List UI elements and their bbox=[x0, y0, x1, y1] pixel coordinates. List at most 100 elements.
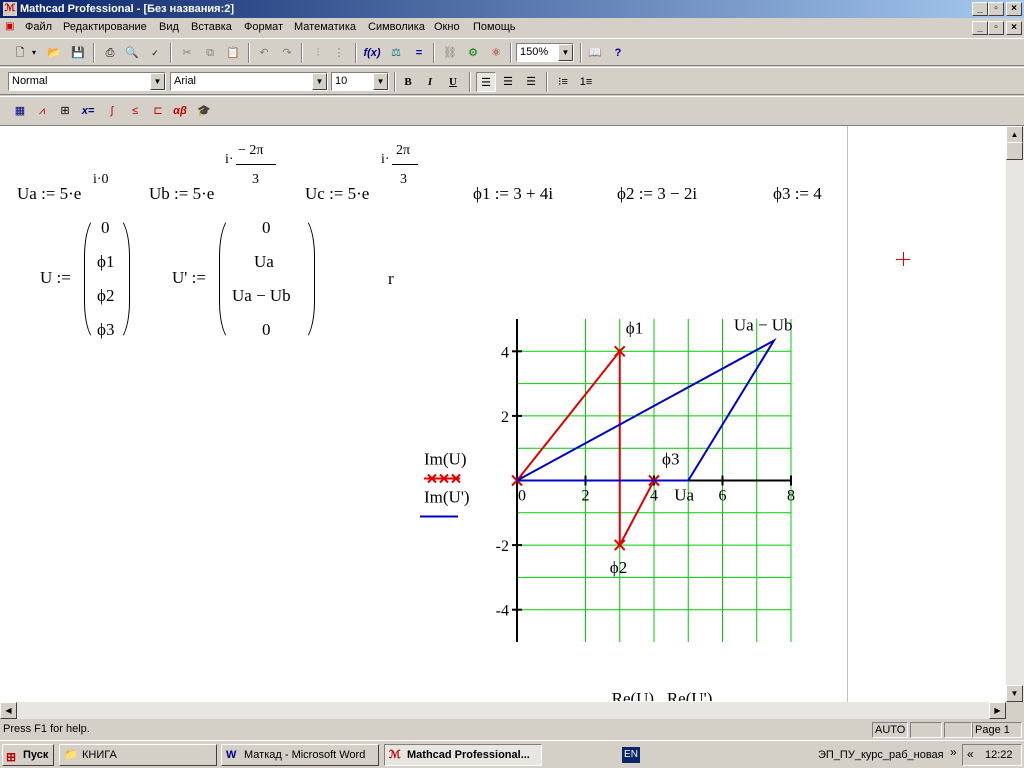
start-label: Пуск bbox=[23, 749, 49, 761]
insert-unit-icon[interactable]: ⚖ bbox=[386, 43, 406, 63]
task-mathcad[interactable]: ℳ Mathcad Professional... bbox=[384, 744, 542, 766]
evaluation-palette-icon[interactable]: x= bbox=[78, 101, 98, 121]
vertical-scrollbar[interactable]: ▲ ▼ bbox=[1006, 126, 1024, 702]
scroll-up-icon[interactable]: ▲ bbox=[1006, 126, 1023, 143]
r-placeholder[interactable]: r bbox=[388, 269, 394, 289]
print-icon[interactable]: ⎙ bbox=[100, 43, 120, 63]
underline-button[interactable]: U bbox=[443, 72, 463, 92]
new-dropdown-icon[interactable]: ▾ bbox=[28, 43, 40, 63]
font-select[interactable]: Arial ▼ bbox=[170, 72, 328, 91]
doc-minimize-button[interactable]: _ bbox=[972, 21, 988, 35]
bold-button[interactable]: B bbox=[398, 72, 418, 92]
phi3-definition[interactable]: ϕ3 := 4 bbox=[773, 184, 822, 204]
run-mathconnex-icon[interactable]: ⚛ bbox=[486, 43, 506, 63]
task-word[interactable]: W Маткад - Microsoft Word bbox=[221, 744, 379, 766]
align-center-icon[interactable]: ☰ bbox=[498, 72, 518, 92]
align-down-icon[interactable]: ⋮ bbox=[329, 43, 349, 63]
open-icon[interactable]: 📂 bbox=[44, 43, 64, 63]
tray-expand-icon[interactable]: » bbox=[950, 745, 957, 759]
print-preview-icon[interactable]: 🔍 bbox=[122, 43, 142, 63]
vertical-scroll-thumb[interactable] bbox=[1006, 142, 1023, 160]
insert-function-icon[interactable]: f(x) bbox=[362, 43, 382, 63]
menu-file[interactable]: Файл bbox=[25, 21, 52, 33]
chevron-down-icon[interactable]: ▼ bbox=[373, 73, 388, 90]
calculate-icon[interactable]: = bbox=[409, 43, 429, 63]
chevron-down-icon[interactable]: ▼ bbox=[312, 73, 327, 90]
phi1-definition[interactable]: ϕ1 := 3 + 4i bbox=[473, 184, 553, 204]
standard-toolbar: 🗋 ▾ 📂 💾 ⎙ 🔍 ✓ ✂ ⧉ 📋 ↶ ↷ ⫶ ⋮ f(x) ⚖ = ⛓ ⚙… bbox=[0, 38, 1024, 66]
scroll-down-icon[interactable]: ▼ bbox=[1006, 685, 1023, 702]
symbolic-palette-icon[interactable]: 🎓 bbox=[194, 101, 214, 121]
scroll-left-icon[interactable]: ◀ bbox=[0, 702, 17, 719]
spell-check-icon[interactable]: ✓ bbox=[145, 43, 165, 63]
menu-view[interactable]: Вид bbox=[159, 21, 179, 33]
u-label[interactable]: U := bbox=[40, 268, 71, 288]
worksheet-area[interactable]: Ua := 5·e i·0 Ub := 5·e i· − 2π 3 Uc := … bbox=[0, 126, 1006, 702]
doc-restore-button[interactable]: ▫ bbox=[988, 21, 1004, 35]
minimize-button[interactable]: _ bbox=[972, 2, 988, 16]
greek-palette-icon[interactable]: αβ bbox=[170, 101, 190, 121]
u-item-0: 0 bbox=[101, 218, 110, 237]
doc-close-button[interactable]: × bbox=[1006, 21, 1022, 35]
menu-format[interactable]: Формат bbox=[244, 21, 283, 33]
numbering-icon[interactable]: 1≡ bbox=[576, 72, 596, 92]
programming-palette-icon[interactable]: ⊏ bbox=[148, 101, 168, 121]
scroll-right-icon[interactable]: ▶ bbox=[989, 702, 1006, 719]
calculus-palette-icon[interactable]: ∫ bbox=[102, 101, 122, 121]
chevron-down-icon[interactable]: ▼ bbox=[558, 44, 573, 61]
undo-icon[interactable]: ↶ bbox=[254, 43, 274, 63]
tray-text: ЭП_ПУ_курс_раб_новая bbox=[818, 749, 944, 761]
menu-symbolics[interactable]: Символика bbox=[368, 21, 425, 33]
document-icon[interactable]: ▣ bbox=[5, 21, 19, 35]
tray-chevron-icon[interactable]: « bbox=[967, 747, 974, 761]
new-icon[interactable]: 🗋 bbox=[10, 43, 30, 63]
calculator-palette-icon[interactable]: ▦ bbox=[10, 101, 30, 121]
font-size-select[interactable]: 10 ▼ bbox=[331, 72, 389, 91]
graph-palette-icon[interactable]: ⩘ bbox=[32, 101, 52, 121]
window-title-bar: ℳ Mathcad Professional - [Без названия:2… bbox=[0, 0, 1024, 18]
system-tray: « 12:22 bbox=[962, 744, 1022, 766]
save-icon[interactable]: 💾 bbox=[68, 43, 88, 63]
menu-math[interactable]: Математика bbox=[294, 21, 356, 33]
redo-icon[interactable]: ↷ bbox=[277, 43, 297, 63]
align-across-icon[interactable]: ⫶ bbox=[308, 43, 328, 63]
zoom-select[interactable]: 150% ▼ bbox=[516, 43, 574, 62]
y-tick-label: -4 bbox=[496, 603, 509, 620]
cut-icon[interactable]: ✂ bbox=[177, 43, 197, 63]
matrix-palette-icon[interactable]: ⊞ bbox=[55, 101, 75, 121]
align-right-icon[interactable]: ☰ bbox=[521, 72, 541, 92]
chevron-down-icon[interactable]: ▼ bbox=[150, 73, 165, 90]
ua-definition[interactable]: Ua := 5·e bbox=[17, 184, 81, 204]
restore-button[interactable]: ▫ bbox=[988, 2, 1004, 16]
resource-center-icon[interactable]: 📖 bbox=[585, 43, 605, 63]
horizontal-scrollbar[interactable]: ◀ ▶ bbox=[0, 702, 1006, 719]
menu-help[interactable]: Помощь bbox=[473, 21, 516, 33]
x-tick-label: 8 bbox=[787, 488, 795, 505]
menu-edit[interactable]: Редактирование bbox=[63, 21, 147, 33]
component-wizard-icon[interactable]: ⚙ bbox=[463, 43, 483, 63]
help-icon[interactable]: ? bbox=[608, 43, 628, 63]
copy-icon[interactable]: ⧉ bbox=[200, 43, 220, 63]
menu-insert[interactable]: Вставка bbox=[191, 21, 232, 33]
u-prime-label[interactable]: U' := bbox=[172, 268, 206, 288]
bullets-icon[interactable]: ⁝≡ bbox=[553, 72, 573, 92]
legend-label-im-u-prime: Im(U') bbox=[424, 488, 470, 507]
u-item-2: ϕ2 bbox=[97, 286, 115, 305]
phi2-definition[interactable]: ϕ2 := 3 − 2i bbox=[617, 184, 697, 204]
mathcad-app-icon[interactable]: ℳ bbox=[3, 2, 17, 16]
style-select[interactable]: Normal ▼ bbox=[8, 72, 166, 91]
window-title: Mathcad Professional - [Без названия:2] bbox=[20, 3, 235, 15]
language-indicator[interactable]: EN bbox=[622, 747, 640, 763]
paste-icon[interactable]: 📋 bbox=[223, 43, 243, 63]
start-button[interactable]: ⊞ Пуск bbox=[2, 744, 54, 766]
task-kniga[interactable]: 📁 КНИГА bbox=[59, 744, 217, 766]
italic-button[interactable]: I bbox=[420, 72, 440, 92]
xy-plot[interactable]: 0 2 4 6 8 4 2 -2 -4 ϕ1 Ua − Ub ϕ3 Ua ϕ2 Re(U) , Re(U'… bbox=[410, 311, 830, 701]
align-left-icon[interactable]: ☰ bbox=[476, 72, 496, 92]
close-button[interactable]: × bbox=[1006, 2, 1022, 16]
ub-definition[interactable]: Ub := 5·e bbox=[149, 184, 214, 204]
boolean-palette-icon[interactable]: ≤ bbox=[125, 101, 145, 121]
insert-hyperlink-icon[interactable]: ⛓ bbox=[440, 43, 460, 63]
menu-window[interactable]: Окно bbox=[434, 21, 460, 33]
uc-definition[interactable]: Uc := 5·e bbox=[305, 184, 369, 204]
